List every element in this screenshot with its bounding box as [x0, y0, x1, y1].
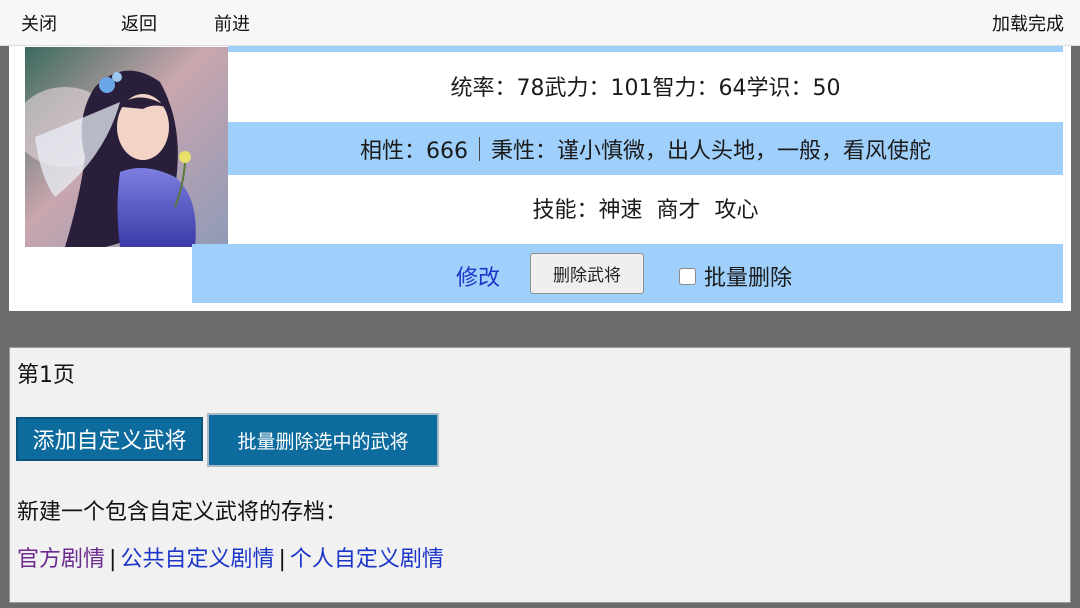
top-navigation-bar: 关闭 返回 前进 加载完成 [0, 0, 1080, 46]
link-separator: | [109, 547, 117, 572]
batch-delete-selected-button[interactable]: 批量删除选中的武将 [207, 413, 439, 467]
edit-link[interactable]: 修改 [456, 260, 500, 292]
delete-general-button[interactable]: 删除武将 [530, 253, 644, 294]
character-card: 统率：78武力：101智力：64学识：50 相性：666 秉性：谨小慎微，出人头… [9, 38, 1071, 311]
close-button[interactable]: 关闭 [21, 10, 57, 36]
traits-row: 相性：666 秉性：谨小慎微，出人头地，一般，看风使舵 [228, 122, 1063, 175]
link-separator: | [278, 547, 286, 572]
skills-prefix: 技能： [532, 198, 599, 223]
back-button[interactable]: 返回 [121, 10, 157, 36]
official-scenario-link[interactable]: 官方剧情 [17, 547, 105, 572]
character-portrait [25, 47, 228, 247]
separator [478, 136, 480, 161]
load-status-text: 加载完成 [992, 14, 1064, 35]
batch-delete-label: 批量删除 [704, 266, 793, 291]
custom-generals-panel: 第1页 添加自定义武将 批量删除选中的武将 新建一个包含自定义武将的存档： 官方… [9, 347, 1071, 603]
skill-item: 神速 [598, 198, 643, 223]
skill-item: 攻心 [714, 198, 759, 223]
batch-delete-checkbox[interactable] [679, 267, 696, 285]
stats-row: 统率：78武力：101智力：64学识：50 [228, 54, 1063, 118]
new-save-prompt: 新建一个包含自定义武将的存档： [17, 500, 348, 525]
batch-delete-checkbox-group[interactable]: 批量删除 [679, 260, 792, 292]
skills-row: 技能： 神速 商才 攻心 [228, 177, 1063, 239]
page-indicator: 第1页 [17, 363, 75, 388]
public-custom-scenario-link[interactable]: 公共自定义剧情 [120, 547, 274, 572]
add-custom-general-button[interactable]: 添加自定义武将 [16, 417, 203, 461]
skill-item: 商才 [656, 198, 701, 223]
affinity-text: 相性：666 [359, 138, 468, 164]
temperament-text: 秉性：谨小慎微，出人头地，一般，看风使舵 [490, 138, 931, 164]
personal-custom-scenario-link[interactable]: 个人自定义剧情 [290, 547, 444, 572]
forward-button[interactable]: 前进 [214, 10, 250, 36]
scenario-links: 官方剧情 | 公共自定义剧情 | 个人自定义剧情 [17, 541, 444, 573]
character-actions-row: 修改 删除武将 批量删除 [192, 244, 1063, 303]
stats-text: 统率：78武力：101智力：64学识：50 [450, 76, 841, 101]
